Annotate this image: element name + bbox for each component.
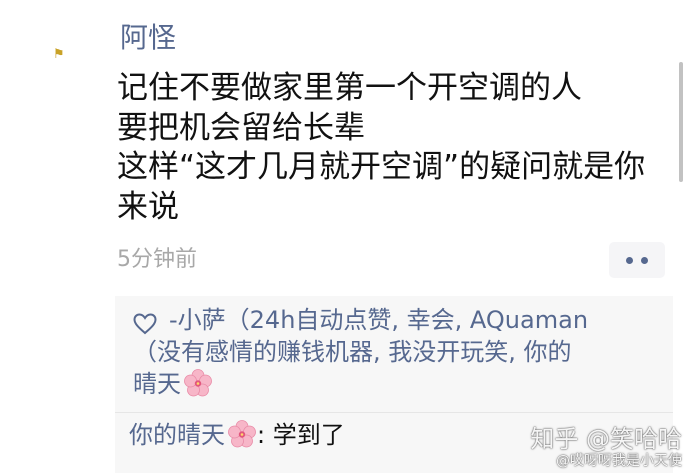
likes-names-line[interactable]: -小萨（24h自动点赞, 幸会, AQuaman <box>133 304 668 336</box>
comment-item[interactable]: 你的晴天 : 学到了 <box>129 417 345 453</box>
moments-post: ⚑ 阿怪 记住不要做家里第一个开空调的人 要把机会留给长辈 这样“这才几月就开空… <box>0 0 690 473</box>
likes-names-line[interactable]: （没有感情的赚钱机器, 我没开玩笑, 你的 <box>133 336 668 368</box>
panel-divider <box>115 412 673 413</box>
comment-text: 学到了 <box>272 421 345 449</box>
post-body-line: 要把机会留给长辈 <box>117 109 365 146</box>
post-body: 记住不要做家里第一个开空调的人 要把机会留给长辈 这样“这才几月就开空调”的疑问… <box>117 69 672 227</box>
cherry-blossom-icon <box>184 369 212 397</box>
watermark: 知乎 @笑哈哈 @哎呀呀我是小天使 <box>530 425 682 469</box>
likes-list: -小萨（24h自动点赞, 幸会, AQuaman （没有感情的赚钱机器, 我没开… <box>133 304 668 400</box>
comment-author[interactable]: 你的晴天 <box>129 421 225 449</box>
watermark-sub: @哎呀呀我是小天使 <box>556 453 682 469</box>
post-author-name[interactable]: 阿怪 <box>120 18 176 58</box>
more-actions-button[interactable] <box>609 242 665 278</box>
avatar-emblem-icon: ⚑ <box>53 47 65 62</box>
post-body-line: 来说 <box>117 188 179 225</box>
liker-name[interactable]: 晴天 <box>133 370 181 398</box>
cherry-blossom-icon <box>228 420 256 448</box>
post-body-line: 这样“这才几月就开空调”的疑问就是你 <box>117 149 646 185</box>
more-dot-icon <box>626 256 633 264</box>
post-timestamp: 5分钟前 <box>117 247 197 272</box>
watermark-main: 知乎 @笑哈哈 <box>530 425 682 453</box>
more-dot-icon <box>641 256 648 264</box>
post-body-line: 记住不要做家里第一个开空调的人 <box>117 70 582 106</box>
likes-names-line-last[interactable]: 晴天 <box>133 368 668 400</box>
avatar[interactable]: ⚑ <box>20 20 96 96</box>
comment-separator: : <box>257 421 273 449</box>
scrollbar[interactable] <box>679 62 683 182</box>
heart-outline-icon <box>133 313 157 335</box>
